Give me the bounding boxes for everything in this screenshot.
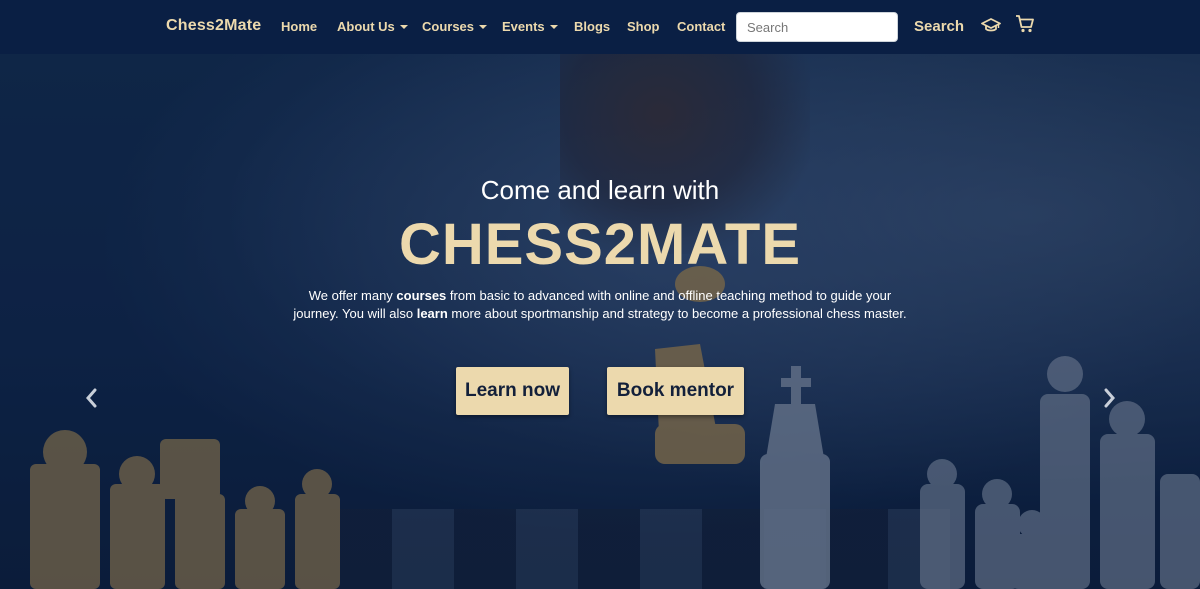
nav-events-label: Events bbox=[502, 19, 545, 34]
nav-contact[interactable]: Contact bbox=[677, 19, 725, 34]
nav-blogs[interactable]: Blogs bbox=[574, 19, 610, 34]
chevron-right-icon[interactable] bbox=[1099, 386, 1119, 410]
nav-home[interactable]: Home bbox=[281, 19, 317, 34]
nav-blogs-label: Blogs bbox=[574, 19, 611, 34]
nav-shop[interactable]: Shop bbox=[627, 19, 660, 34]
hero-description-bold-learn: learn bbox=[416, 306, 448, 321]
book-mentor-button[interactable]: Book mentor bbox=[607, 367, 744, 415]
hero-description-bold-courses: courses bbox=[396, 288, 447, 303]
hero-description-text: more about sportmanship and strategy to … bbox=[447, 306, 907, 321]
cart-icon[interactable] bbox=[1015, 14, 1035, 34]
graduation-cap-icon[interactable] bbox=[981, 16, 1001, 34]
caret-down-icon bbox=[549, 25, 558, 29]
hero-subtitle: Come and learn with bbox=[480, 175, 720, 205]
nav-courses-label: Courses bbox=[422, 19, 475, 34]
nav-courses[interactable]: Courses bbox=[422, 19, 488, 34]
search-button[interactable]: Search bbox=[914, 18, 964, 35]
caret-down-icon bbox=[479, 25, 488, 29]
navbar: Chess2Mate Home About Us Courses Events … bbox=[0, 0, 1200, 54]
nav-home-label: Home bbox=[281, 19, 318, 34]
search-input[interactable] bbox=[736, 12, 898, 42]
nav-contact-label: Contact bbox=[677, 19, 726, 34]
hero-carousel: Come and learn with CHESS2MATE We offer … bbox=[0, 54, 1200, 589]
hero-description-text: We offer many bbox=[308, 288, 397, 303]
learn-now-button[interactable]: Learn now bbox=[456, 367, 569, 415]
hero-content: Come and learn with CHESS2MATE We offer … bbox=[0, 54, 1200, 589]
nav-events[interactable]: Events bbox=[502, 19, 558, 34]
nav-about-us[interactable]: About Us bbox=[337, 19, 408, 34]
brand-logo[interactable]: Chess2Mate bbox=[166, 17, 261, 35]
chevron-left-icon[interactable] bbox=[82, 386, 102, 410]
hero-title: CHESS2MATE bbox=[398, 212, 802, 277]
nav-shop-label: Shop bbox=[627, 19, 660, 34]
caret-down-icon bbox=[399, 25, 408, 29]
hero-description: We offer many courses from basic to adva… bbox=[290, 287, 910, 323]
nav-about-us-label: About Us bbox=[337, 19, 395, 34]
